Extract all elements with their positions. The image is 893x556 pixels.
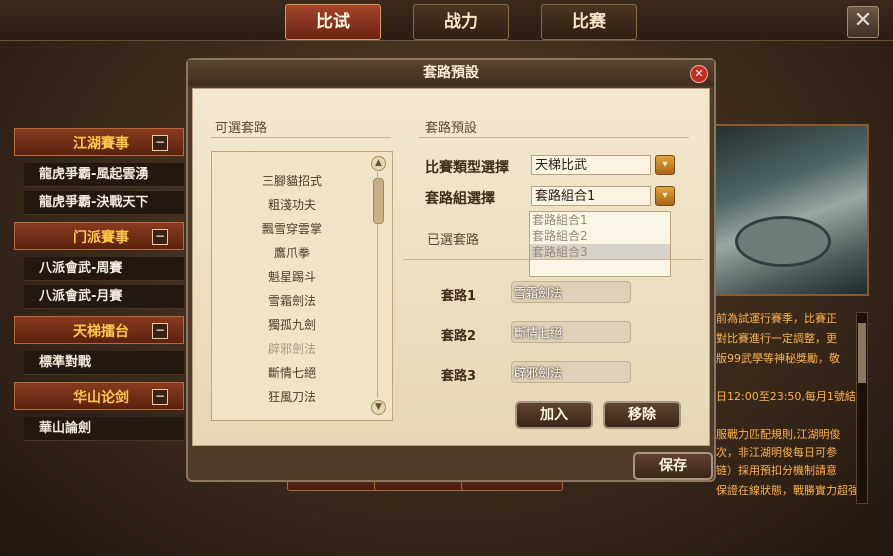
list-item[interactable]: 三腳貓招式	[212, 172, 372, 189]
slot1-label: 套路1	[441, 289, 477, 304]
routine-list[interactable]: 三腳貓招式 粗淺功夫 飄雪穿雲掌 鷹爪拳 魁星踢斗 雪霜劍法 獨孤九劍 辟邪劍法…	[211, 151, 393, 421]
option-item-selected[interactable]: 套路組合3	[530, 244, 670, 260]
info-text: 保證在線狀態，戰勝實力超強的對手將	[716, 484, 866, 497]
option-item[interactable]: 套路組合2	[530, 228, 670, 244]
tab-zhanli[interactable]: 战力	[413, 4, 509, 40]
info-scrollbar[interactable]	[856, 312, 868, 504]
chosen-label: 已選套路	[427, 233, 480, 248]
collapse-icon[interactable]: −	[152, 135, 168, 151]
info-text: 次，非江湖明俊每日可参	[716, 446, 837, 459]
add-button[interactable]: 加入	[515, 401, 593, 429]
info-text: 日12:00至23:50,每月1號結	[716, 390, 856, 403]
dialog-body: 可選套路 套路預設 三腳貓招式 粗淺功夫 飄雪穿雲掌 鷹爪拳 魁星踢斗 雪霜劍法…	[192, 88, 710, 446]
sidebar-group-jianghu[interactable]: 江湖賽事 −	[14, 128, 184, 156]
remove-button[interactable]: 移除	[603, 401, 681, 429]
info-text: 版99武學等神秘獎勵，敬	[716, 352, 840, 365]
collapse-icon[interactable]: −	[152, 323, 168, 339]
list-item[interactable]: 鷹爪拳	[212, 244, 372, 261]
sidebar-group-label: 江湖賽事	[73, 136, 129, 152]
sidebar-item[interactable]: 標準對戰	[24, 351, 184, 375]
sidebar-item[interactable]: 八派會武-周賽	[24, 257, 184, 281]
info-text: 链）採用預扣分機制請意	[716, 464, 837, 477]
divider	[211, 137, 391, 138]
arena-image	[713, 124, 869, 296]
divider	[403, 259, 703, 260]
list-item[interactable]: 辟邪劍法	[212, 340, 372, 357]
slot2-label: 套路2	[441, 329, 477, 344]
info-text: 前為試運行賽季，比賽正	[716, 312, 837, 325]
sidebar-group-tianti[interactable]: 天梯擂台 −	[14, 316, 184, 344]
list-item[interactable]: 粗淺功夫	[212, 196, 372, 213]
list-item[interactable]: 魁星踢斗	[212, 268, 372, 285]
slot1-field[interactable]: 雪霜劍法	[511, 281, 631, 303]
scroll-down-icon[interactable]: ▼	[371, 400, 386, 415]
save-button[interactable]: 保存	[633, 452, 713, 480]
list-item[interactable]: 獨孤九劍	[212, 316, 372, 333]
slot3-label: 套路3	[441, 369, 477, 384]
sidebar-group-menpai[interactable]: 门派賽事 −	[14, 222, 184, 250]
scroll-thumb[interactable]	[858, 323, 866, 383]
divider	[419, 137, 689, 138]
group-options-list[interactable]: 套路組合1 套路組合2 套路組合3	[529, 211, 671, 277]
close-icon[interactable]: ✕	[847, 6, 879, 38]
sidebar-item[interactable]: 華山論劍	[24, 417, 184, 441]
available-heading: 可選套路	[215, 121, 268, 136]
arena-ring	[735, 216, 831, 267]
slot3-field[interactable]: 辟邪劍法	[511, 361, 631, 383]
sidebar-item[interactable]: 龍虎爭霸-決戰天下	[24, 191, 184, 215]
collapse-icon[interactable]: −	[152, 229, 168, 245]
sidebar-group-label: 门派賽事	[73, 230, 129, 246]
tab-bisai[interactable]: 比赛	[541, 4, 637, 40]
dialog-title: 套路預設	[188, 60, 714, 86]
list-item[interactable]: 斷情七絕	[212, 364, 372, 381]
sidebar-item[interactable]: 龍虎爭霸-風起雲湧	[24, 163, 184, 187]
close-icon[interactable]: ✕	[690, 65, 708, 83]
chevron-down-icon[interactable]: ▾	[655, 155, 675, 175]
info-text: 服戰力匹配規則,江湖明俊	[716, 428, 841, 441]
sidebar-group-label: 华山论剑	[73, 390, 129, 406]
scroll-thumb[interactable]	[373, 178, 384, 224]
list-scrollbar[interactable]: ▲ ▼	[370, 156, 386, 415]
slot2-field[interactable]: 斷情七絕	[511, 321, 631, 343]
match-type-label: 比賽類型選擇	[425, 160, 509, 176]
tab-bishi[interactable]: 比试	[285, 4, 381, 40]
option-item[interactable]: 套路組合1	[530, 212, 670, 228]
collapse-icon[interactable]: −	[152, 389, 168, 405]
routine-preset-dialog: 套路預設 ✕ 可選套路 套路預設 三腳貓招式 粗淺功夫 飄雪穿雲掌 鷹爪拳 魁星…	[186, 58, 716, 482]
match-type-select[interactable]: 天梯比武	[531, 155, 651, 175]
group-select[interactable]: 套路組合1	[531, 186, 651, 206]
scroll-up-icon[interactable]: ▲	[371, 156, 386, 171]
sidebar-item[interactable]: 八派會武-月賽	[24, 285, 184, 309]
list-item[interactable]: 狂風刀法	[212, 388, 372, 405]
preset-heading: 套路預設	[425, 121, 478, 136]
list-item[interactable]: 飄雪穿雲掌	[212, 220, 372, 237]
list-item[interactable]: 雪霜劍法	[212, 292, 372, 309]
sidebar-group-huashan[interactable]: 华山论剑 −	[14, 382, 184, 410]
sidebar-group-label: 天梯擂台	[73, 324, 129, 340]
group-label: 套路組選擇	[425, 191, 495, 207]
info-text: 對比賽進行一定調整，更	[716, 332, 837, 345]
chevron-down-icon[interactable]: ▾	[655, 186, 675, 206]
